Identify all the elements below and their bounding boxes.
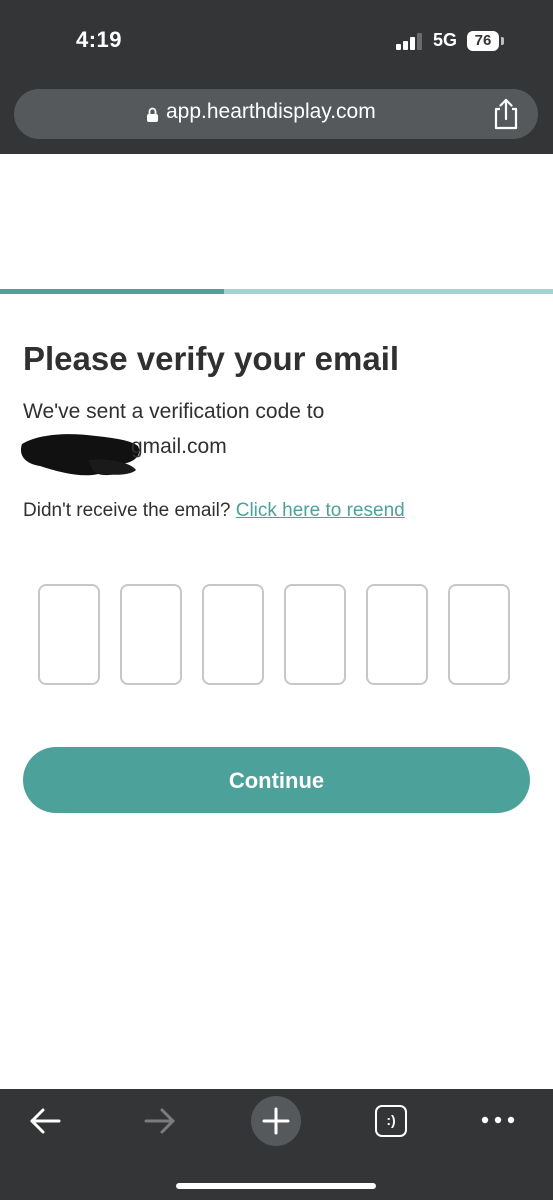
code-digit-4[interactable] xyxy=(284,584,346,685)
address-url[interactable]: app.hearthdisplay.com xyxy=(166,100,376,124)
new-tab-plus-icon[interactable] xyxy=(251,1096,301,1146)
code-digit-5[interactable] xyxy=(366,584,428,685)
back-arrow-icon[interactable] xyxy=(28,1106,62,1136)
forward-arrow-icon[interactable] xyxy=(143,1106,177,1136)
email-address: gmail.com xyxy=(18,430,278,480)
code-digit-2[interactable] xyxy=(120,584,182,685)
resend-link[interactable]: Click here to resend xyxy=(236,500,405,521)
share-icon[interactable] xyxy=(492,98,520,130)
redaction-scribble xyxy=(20,434,140,476)
home-indicator xyxy=(176,1183,376,1189)
cellular-signal-icon xyxy=(396,32,424,50)
page-title: Please verify your email xyxy=(23,340,400,377)
signup-progress-fill xyxy=(0,289,224,294)
battery-icon: 76 xyxy=(467,31,499,51)
status-time: 4:19 xyxy=(76,27,123,52)
email-domain: gmail.com xyxy=(131,435,227,458)
continue-button[interactable]: Continue xyxy=(23,747,530,813)
battery-tip xyxy=(501,37,504,45)
more-options-icon[interactable] xyxy=(480,1114,516,1126)
resend-prompt: Didn't receive the email? xyxy=(23,500,231,521)
lock-icon xyxy=(147,107,158,122)
code-digit-3[interactable] xyxy=(202,584,264,685)
network-type: 5G xyxy=(433,30,458,50)
signup-progress-bar xyxy=(0,289,553,294)
code-digit-1[interactable] xyxy=(38,584,100,685)
tab-switcher-icon[interactable]: :) xyxy=(375,1105,407,1137)
verification-sent-text: We've sent a verification code to xyxy=(23,400,325,423)
code-digit-6[interactable] xyxy=(448,584,510,685)
resend-line: Didn't receive the email? Click here to … xyxy=(23,500,405,522)
